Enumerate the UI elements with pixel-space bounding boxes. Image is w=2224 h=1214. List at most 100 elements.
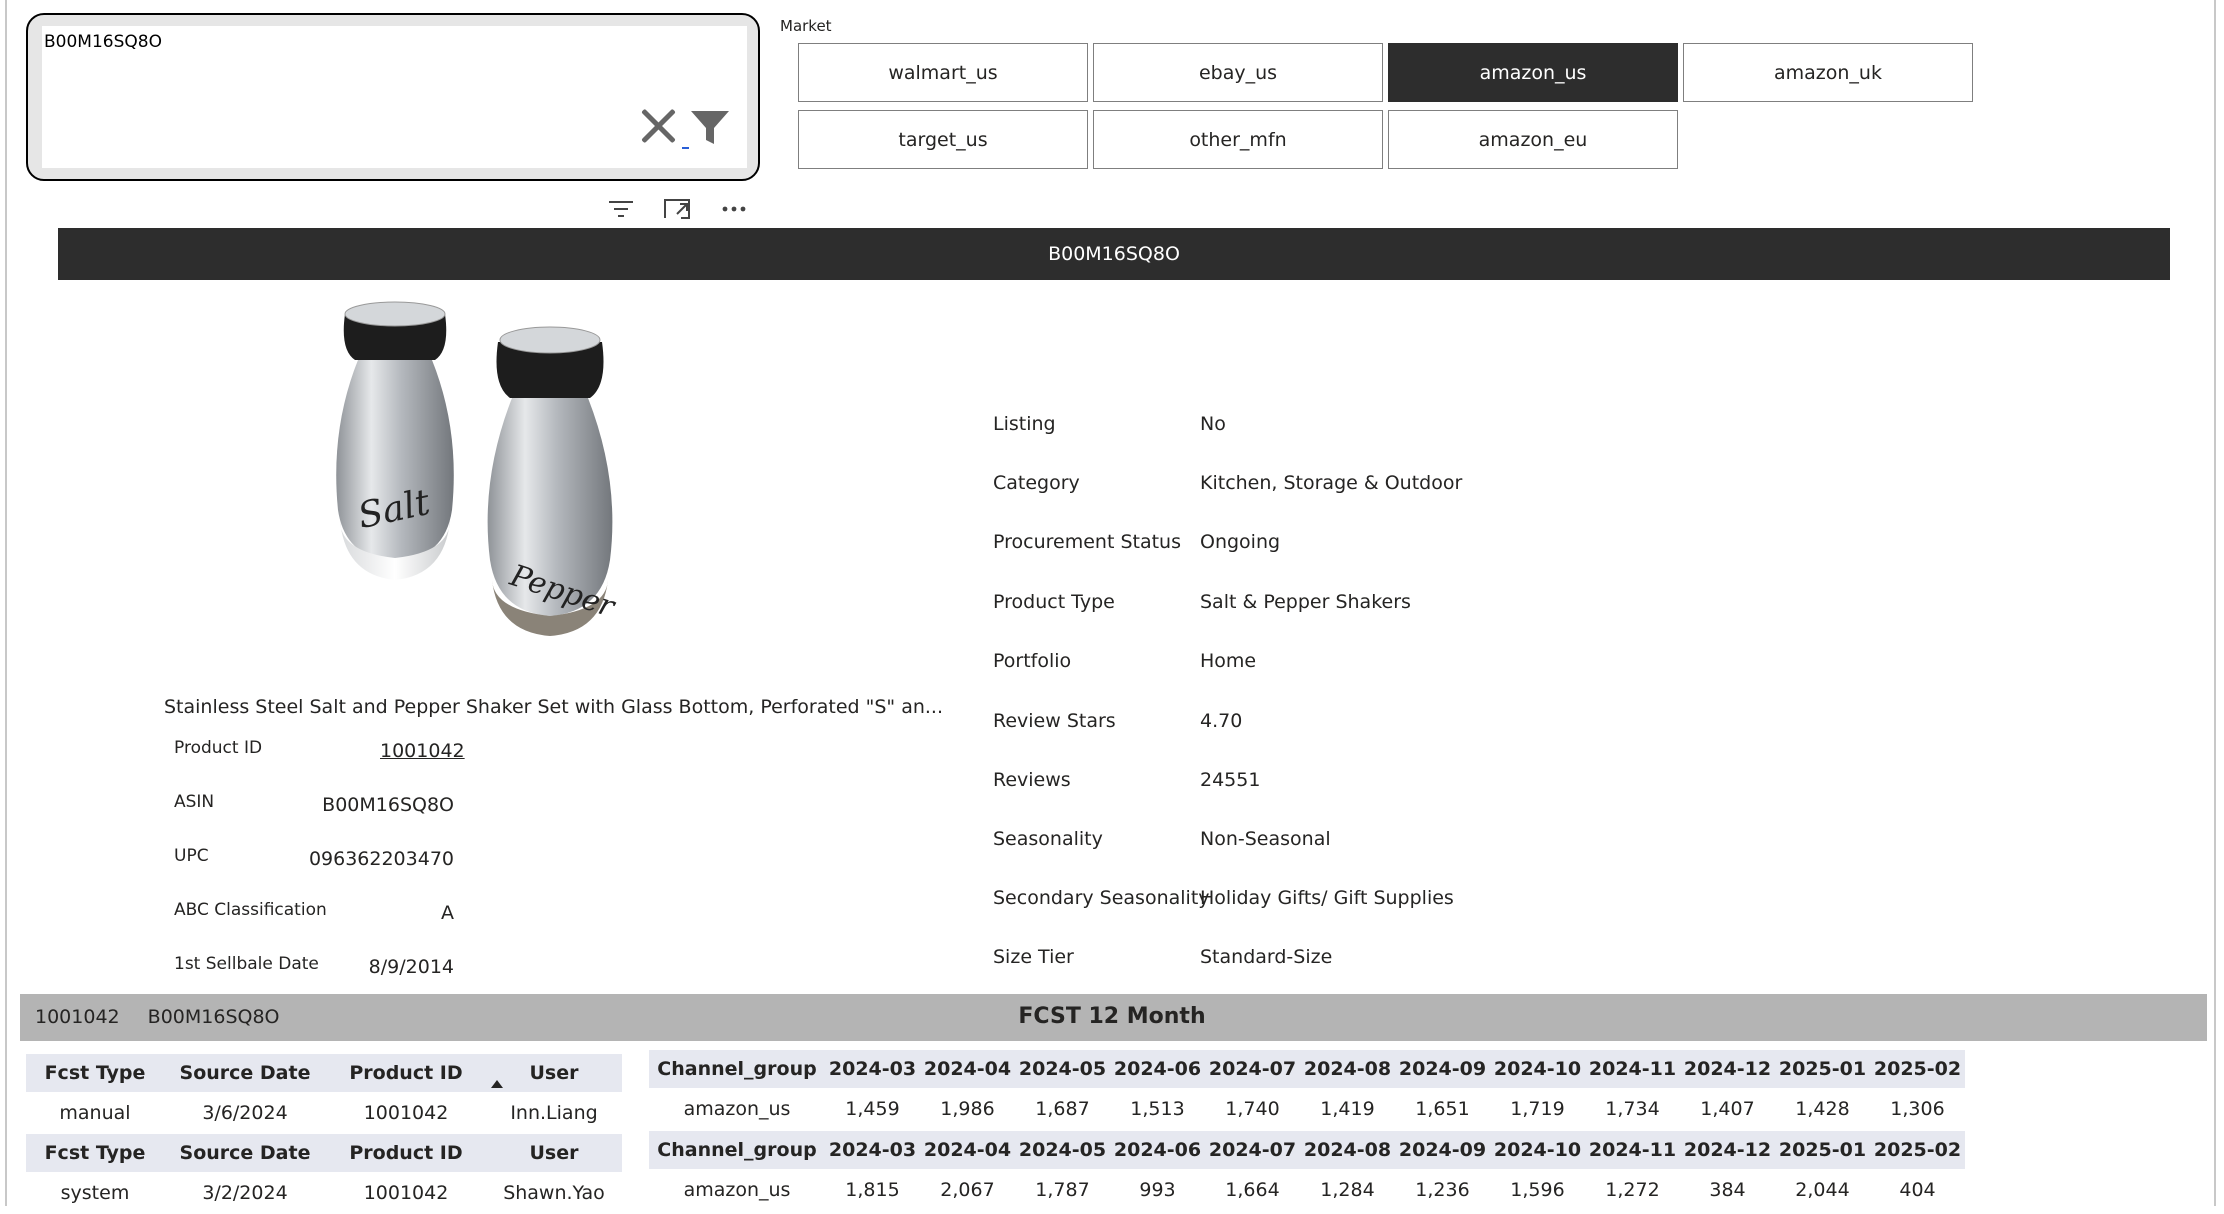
header-month[interactable]: 2024-09 <box>1395 1131 1490 1169</box>
header-source-date[interactable]: Source Date <box>164 1054 326 1092</box>
header-month[interactable]: 2024-10 <box>1490 1050 1585 1088</box>
header-month[interactable]: 2025-02 <box>1870 1131 1965 1169</box>
market-option-walmart-us[interactable]: walmart_us <box>798 43 1088 102</box>
filter-lines-icon[interactable] <box>606 196 636 222</box>
header-month[interactable]: 2024-08 <box>1300 1050 1395 1088</box>
cell-value: 1,815 <box>825 1169 920 1211</box>
attr-value-listing: No <box>1200 413 1226 435</box>
cell-value: 1,236 <box>1395 1169 1490 1211</box>
cell-product-id: 1001042 <box>326 1172 486 1214</box>
header-month[interactable]: 2024-12 <box>1680 1050 1775 1088</box>
header-user[interactable]: User <box>486 1134 622 1172</box>
attr-label-product-type: Product Type <box>993 591 1115 613</box>
header-month[interactable]: 2024-05 <box>1015 1131 1110 1169</box>
more-options-icon[interactable] <box>719 196 749 222</box>
header-month[interactable]: 2024-09 <box>1395 1050 1490 1088</box>
detail-value-product-id[interactable]: 1001042 <box>380 740 465 762</box>
attr-label-secondary-seasonality: Secondary Seasonality <box>993 887 1210 909</box>
fcst-monthly-table-manual: Channel_group 2024-03 2024-04 2024-05 20… <box>649 1050 1965 1130</box>
attr-label-review-stars: Review Stars <box>993 710 1116 732</box>
cell-fcst-type: system <box>26 1172 164 1214</box>
attr-value-procurement-status: Ongoing <box>1200 531 1281 553</box>
cell-fcst-type: manual <box>26 1092 164 1134</box>
cell-value: 1,986 <box>920 1088 1015 1130</box>
header-month[interactable]: 2024-10 <box>1490 1131 1585 1169</box>
header-user[interactable]: User <box>486 1054 622 1092</box>
header-month[interactable]: 2024-03 <box>825 1131 920 1169</box>
cell-value: 404 <box>1870 1169 1965 1211</box>
market-option-amazon-uk[interactable]: amazon_uk <box>1683 43 1973 102</box>
attr-value-seasonality: Non-Seasonal <box>1200 828 1331 850</box>
cell-value: 1,664 <box>1205 1169 1300 1211</box>
cell-channel-group: amazon_us <box>649 1088 825 1130</box>
header-channel-group[interactable]: Channel_group <box>649 1050 825 1088</box>
header-fcst-type[interactable]: Fcst Type <box>26 1054 164 1092</box>
header-month[interactable]: 2025-01 <box>1775 1050 1870 1088</box>
product-image: Salt Pepper <box>336 301 620 636</box>
clear-icon[interactable] <box>636 104 680 148</box>
detail-label-upc: UPC <box>174 846 209 866</box>
header-month[interactable]: 2024-03 <box>825 1050 920 1088</box>
cell-value: 993 <box>1110 1169 1205 1211</box>
header-month[interactable]: 2024-07 <box>1205 1131 1300 1169</box>
cell-source-date: 3/6/2024 <box>164 1092 326 1134</box>
header-month[interactable]: 2024-07 <box>1205 1050 1300 1088</box>
cursor-mark <box>682 147 689 149</box>
header-product-id[interactable]: Product ID <box>326 1134 486 1172</box>
header-product-id[interactable]: Product ID <box>326 1054 486 1092</box>
detail-label-asin: ASIN <box>174 792 215 812</box>
cell-value: 1,428 <box>1775 1088 1870 1130</box>
fcst-monthly-table-system: Channel_group 2024-03 2024-04 2024-05 20… <box>649 1131 1965 1211</box>
attr-value-reviews: 24551 <box>1200 769 1261 791</box>
attr-label-category: Category <box>993 472 1080 494</box>
attr-value-portfolio: Home <box>1200 650 1257 672</box>
market-option-ebay-us[interactable]: ebay_us <box>1093 43 1383 102</box>
header-month[interactable]: 2024-04 <box>920 1131 1015 1169</box>
header-month[interactable]: 2025-02 <box>1870 1050 1965 1088</box>
table-row: amazon_us 1,459 1,986 1,687 1,513 1,740 … <box>649 1088 1965 1130</box>
header-source-date[interactable]: Source Date <box>164 1134 326 1172</box>
header-month[interactable]: 2024-12 <box>1680 1131 1775 1169</box>
fcst-meta-table-system: Fcst Type Source Date Product ID User sy… <box>26 1134 622 1214</box>
header-channel-group[interactable]: Channel_group <box>649 1131 825 1169</box>
cell-user: Inn.Liang <box>486 1092 622 1134</box>
attr-value-secondary-seasonality: Holiday Gifts/ Gift Supplies <box>1200 887 1454 909</box>
detail-value-first-sellable-date: 8/9/2014 <box>368 956 454 978</box>
header-month[interactable]: 2024-06 <box>1110 1050 1205 1088</box>
cell-value: 1,687 <box>1015 1088 1110 1130</box>
search-text[interactable]: B00M16SQ8O <box>44 32 162 52</box>
header-month[interactable]: 2024-05 <box>1015 1050 1110 1088</box>
market-option-target-us[interactable]: target_us <box>798 110 1088 169</box>
header-fcst-type[interactable]: Fcst Type <box>26 1134 164 1172</box>
cell-value: 384 <box>1680 1169 1775 1211</box>
sort-ascending-icon[interactable] <box>491 1080 503 1088</box>
attr-value-size-tier: Standard-Size <box>1200 946 1333 968</box>
detail-value-abc: A <box>441 902 454 924</box>
product-title: Stainless Steel Salt and Pepper Shaker S… <box>164 696 943 718</box>
header-month[interactable]: 2024-08 <box>1300 1131 1395 1169</box>
detail-value-asin: B00M16SQ8O <box>322 794 454 816</box>
header-month[interactable]: 2024-11 <box>1585 1050 1680 1088</box>
detail-label-abc: ABC Classification <box>174 900 327 920</box>
header-month[interactable]: 2024-06 <box>1110 1131 1205 1169</box>
table-row: system 3/2/2024 1001042 Shawn.Yao <box>26 1172 622 1214</box>
detail-label-first-sellable-date: 1st Sellbale Date <box>174 954 319 974</box>
attr-label-portfolio: Portfolio <box>993 650 1072 672</box>
fcst-title: FCST 12 Month <box>1018 1004 1206 1029</box>
cell-value: 1,651 <box>1395 1088 1490 1130</box>
cell-value: 1,719 <box>1490 1088 1585 1130</box>
header-month[interactable]: 2025-01 <box>1775 1131 1870 1169</box>
market-option-amazon-eu[interactable]: amazon_eu <box>1388 110 1678 169</box>
header-month[interactable]: 2024-04 <box>920 1050 1015 1088</box>
header-month[interactable]: 2024-11 <box>1585 1131 1680 1169</box>
attr-value-product-type: Salt & Pepper Shakers <box>1200 591 1411 613</box>
cell-source-date: 3/2/2024 <box>164 1172 326 1214</box>
filter-icon[interactable] <box>690 110 730 146</box>
cell-channel-group: amazon_us <box>649 1169 825 1211</box>
market-option-other-mfn[interactable]: other_mfn <box>1093 110 1383 169</box>
cell-value: 1,306 <box>1870 1088 1965 1130</box>
focus-mode-icon[interactable] <box>662 196 692 222</box>
fcst-meta-table-manual: Fcst Type Source Date Product ID User ma… <box>26 1054 622 1134</box>
cell-value: 2,044 <box>1775 1169 1870 1211</box>
market-option-amazon-us[interactable]: amazon_us <box>1388 43 1678 102</box>
